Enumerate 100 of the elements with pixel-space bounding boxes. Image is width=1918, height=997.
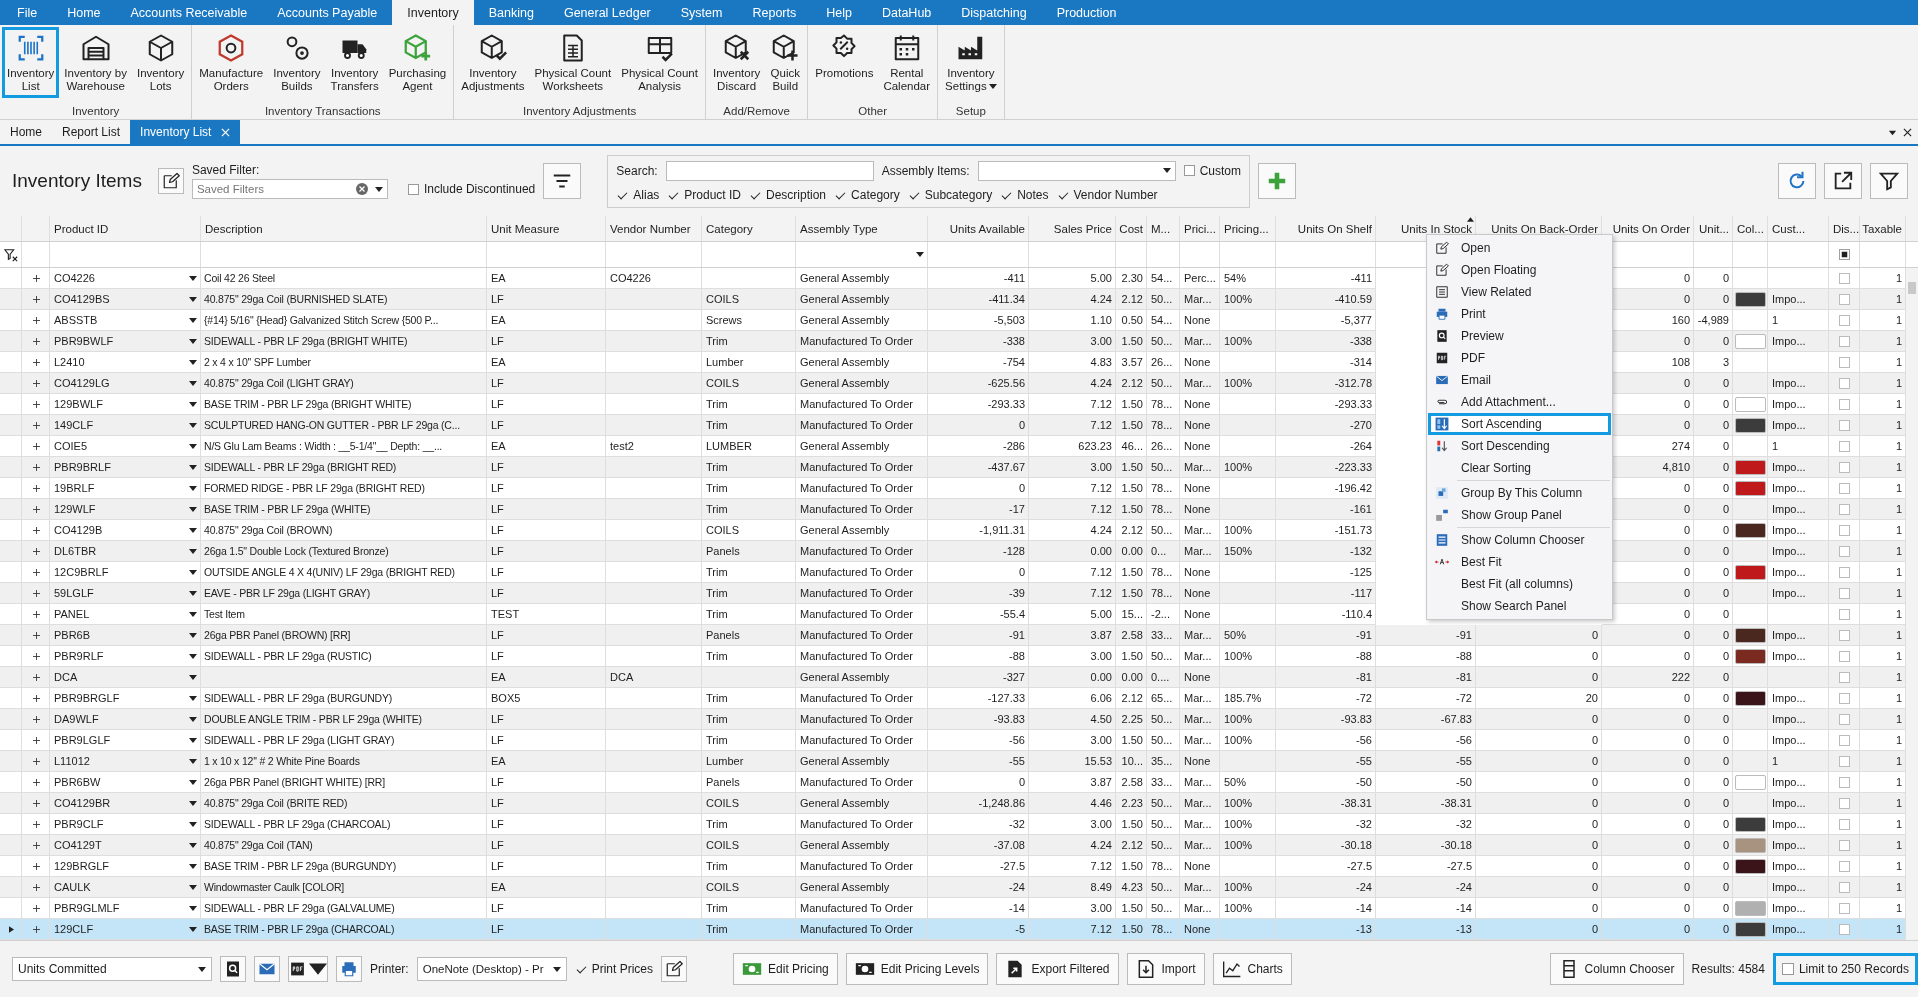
dropdown-icon[interactable]	[189, 275, 197, 281]
dropdown-icon[interactable]	[189, 674, 197, 680]
table-row[interactable]: PBR9LGLF SIDEWALL - PBR LF 29ga (LIGHT GRAY) LF Trim Manufactured To Order -56 3.00 1.50 50... Mar... 100% -56	[0, 730, 1376, 751]
dropdown-icon[interactable]	[189, 527, 197, 533]
table-row[interactable]: 19BRLF FORMED RIDGE - PBR LF 29ga (BRIGHT RED) LF Trim Manufactured To Order 0 7.12 1.50 78... None -196.42	[0, 478, 1376, 499]
table-row[interactable]: 129BRGLF BASE TRIM - PBR LF 29ga (BURGUNDY) LF Trim Manufactured To Order -27.5 7.12 1.50 78... None -27.5	[0, 856, 1376, 877]
ribbon-tab[interactable]: Dispatching	[946, 0, 1042, 25]
discontinued-checkbox[interactable]	[1839, 398, 1850, 410]
discontinued-checkbox[interactable]	[1839, 818, 1850, 830]
table-row[interactable]: PBR9BRLF SIDEWALL - PBR LF 29ga (BRIGHT RED) LF Trim Manufactured To Order -437.67 3.00 1.50 50... Mar... 100% -223.33	[0, 457, 1376, 478]
expand-icon[interactable]	[32, 883, 40, 891]
table-row[interactable]: 0 0 1	[1602, 604, 1906, 625]
discontinued-checkbox[interactable]	[1839, 545, 1850, 557]
table-row[interactable]: 12C9BRLF OUTSIDE ANGLE 4 X 4(UNIV) LF 29ga (BRIGHT RED) LF Trim Manufactured To Order 0 7.12 1.50 78... None -125	[0, 562, 1376, 583]
discontinued-checkbox[interactable]	[1839, 356, 1850, 368]
dropdown-icon[interactable]	[189, 611, 197, 617]
ribbon-button[interactable]: Physical Count Analysis	[616, 27, 703, 98]
preview-button[interactable]	[220, 956, 246, 982]
expand-icon[interactable]	[32, 631, 40, 639]
dropdown-icon[interactable]	[189, 821, 197, 827]
dropdown-icon[interactable]	[189, 884, 197, 890]
expand-icon[interactable]	[32, 526, 40, 534]
discontinued-checkbox[interactable]	[1839, 923, 1850, 935]
ribbon-tab[interactable]: Help	[811, 0, 867, 25]
column-chooser-button[interactable]: Column Chooser	[1549, 953, 1684, 985]
table-row[interactable]: -88 0	[1376, 646, 1602, 667]
include-discontinued-checkbox[interactable]: Include Discontinued	[407, 182, 536, 196]
print-button[interactable]	[336, 956, 362, 982]
table-row[interactable]: PBR9BRGLF SIDEWALL - PBR LF 29ga (BURGUNDY) BOX5 Trim Manufactured To Order -127.33 6.06 2.12 65... Mar... 185.7% -72	[0, 688, 1376, 709]
dropdown-icon[interactable]	[189, 716, 197, 722]
scrollbar[interactable]	[1906, 268, 1918, 940]
expand-icon[interactable]	[32, 400, 40, 408]
table-row[interactable]: PBR6B 26ga PBR Panel (BROWN) [RR] LF Panels Manufactured To Order -91 3.87 2.58 33... Mar... 50% -91	[0, 625, 1376, 646]
table-row[interactable]: 129WLF BASE TRIM - PBR LF 29ga (WHITE) LF Trim Manufactured To Order -17 7.12 1.50 78... None -161	[0, 499, 1376, 520]
dropdown-icon[interactable]	[189, 338, 197, 344]
expand-icon[interactable]	[32, 715, 40, 723]
column-header[interactable]: Vendor Number	[606, 216, 702, 241]
table-row[interactable]: DA9WLF DOUBLE ANGLE TRIM - PBR LF 29ga (WHITE) LF Trim Manufactured To Order -93.83 4.50 2.25 50... Mar... 100% -93.83	[0, 709, 1376, 730]
pdf-button[interactable]	[288, 956, 328, 982]
search-field-checkbox[interactable]: Description	[749, 187, 827, 202]
table-row[interactable]: -67.83 0	[1376, 709, 1602, 730]
search-field[interactable]	[665, 160, 874, 181]
discontinued-checkbox[interactable]	[1839, 776, 1850, 788]
dropdown-icon[interactable]	[189, 842, 197, 848]
discontinued-checkbox[interactable]	[1839, 503, 1850, 515]
table-row[interactable]: 0 0 Impo... 1	[1602, 625, 1906, 646]
table-row[interactable]: 0 0 Impo... 1	[1602, 793, 1906, 814]
custom-checkbox[interactable]: Custom	[1183, 163, 1242, 178]
table-row[interactable]: 0 0 Impo... 1	[1602, 919, 1906, 940]
filter-button[interactable]	[1870, 163, 1908, 199]
ribbon-button[interactable]: Inventory Transfers	[325, 27, 384, 98]
dropdown-icon[interactable]	[189, 380, 197, 386]
expand-icon[interactable]	[32, 652, 40, 660]
ribbon-button[interactable]: Inventory Builds	[268, 27, 326, 98]
expand-icon[interactable]	[32, 463, 40, 471]
ribbon-button[interactable]: Inventory by Warehouse	[59, 27, 132, 98]
expand-icon[interactable]	[32, 316, 40, 324]
table-row[interactable]: -50 0	[1376, 772, 1602, 793]
column-header[interactable]: Prici...	[1180, 216, 1220, 241]
ribbon-button[interactable]: Manufacture Orders	[194, 27, 269, 98]
printer-dropdown[interactable]: OneNote (Desktop) - Pr	[416, 957, 567, 981]
ribbon-tab[interactable]: General Ledger	[548, 0, 666, 25]
table-row[interactable]: -24 0	[1376, 877, 1602, 898]
table-row[interactable]: PBR6BW 26ga PBR Panel (BRIGHT WHITE) [RR] LF Panels Manufactured To Order 0 3.87 2.58 33... Mar... 50% -50	[0, 772, 1376, 793]
expand-icon[interactable]	[32, 904, 40, 912]
discontinued-checkbox[interactable]	[1839, 293, 1850, 305]
dropdown-icon[interactable]	[916, 252, 924, 257]
expand-icon[interactable]	[32, 274, 40, 282]
search-field-checkbox[interactable]: Vendor Number	[1056, 187, 1158, 202]
dropdown-icon[interactable]	[189, 653, 197, 659]
dropdown-icon[interactable]	[189, 800, 197, 806]
ribbon-button[interactable]: Inventory Lots	[131, 27, 190, 98]
column-header[interactable]: Sales Price	[1029, 216, 1116, 241]
expand-icon[interactable]	[32, 778, 40, 786]
search-field-checkbox[interactable]: Category	[834, 187, 900, 202]
ribbon-button[interactable]: Inventory List	[2, 27, 60, 98]
dropdown-icon[interactable]	[189, 632, 197, 638]
search-field-checkbox[interactable]: Subcategory	[907, 187, 993, 202]
document-tab[interactable]: Home	[0, 120, 52, 144]
discontinued-checkbox[interactable]	[1839, 566, 1850, 578]
view-dropdown[interactable]: Units Committed	[12, 957, 212, 981]
table-row[interactable]: CO4226 Coil 42 26 Steel EA CO4226 General Assembly -411 5.00 2.30 54... Perc... 54% -411	[0, 268, 1376, 289]
ribbon-button[interactable]: Physical Count Worksheets	[529, 27, 617, 98]
table-row[interactable]: -72 20	[1376, 688, 1602, 709]
expand-icon[interactable]	[32, 442, 40, 450]
table-row[interactable]: ABSSTB {#14} 5/16" {Head} Galvanized Stitch Screw {500 P... EA Screws General Assembly -5,503 1.10 0.50 54... None -5,377	[0, 310, 1376, 331]
ribbon-button[interactable]: Inventory Settings	[940, 27, 1002, 98]
table-row[interactable]: CO4129B 40.875" 29ga Coil (BROWN) LF COILS General Assembly -1,911.31 4.24 2.12 50... Mar... 100% -151.73	[0, 520, 1376, 541]
expand-icon[interactable]	[32, 736, 40, 744]
table-row[interactable]: PBR9GLMLF SIDEWALL - PBR LF 29ga (GALVALUME) LF Trim Manufactured To Order -14 3.00 1.50 50... Mar... 100% -14	[0, 898, 1376, 919]
dropdown-icon[interactable]	[189, 737, 197, 743]
expand-icon[interactable]	[32, 568, 40, 576]
expand-icon[interactable]	[32, 589, 40, 597]
expand-icon[interactable]	[32, 358, 40, 366]
discontinued-checkbox[interactable]	[1839, 461, 1850, 473]
column-header[interactable]: M...	[1147, 216, 1180, 241]
add-button[interactable]	[1258, 163, 1297, 199]
expand-icon[interactable]	[32, 841, 40, 849]
table-row[interactable]: CO4129BR 40.875" 29ga Coil (BRITE RED) LF COILS General Assembly -1,248.86 4.46 2.23 50... Mar... 100% -38.31	[0, 793, 1376, 814]
table-row[interactable]: 0 0 Impo... 1	[1602, 835, 1906, 856]
